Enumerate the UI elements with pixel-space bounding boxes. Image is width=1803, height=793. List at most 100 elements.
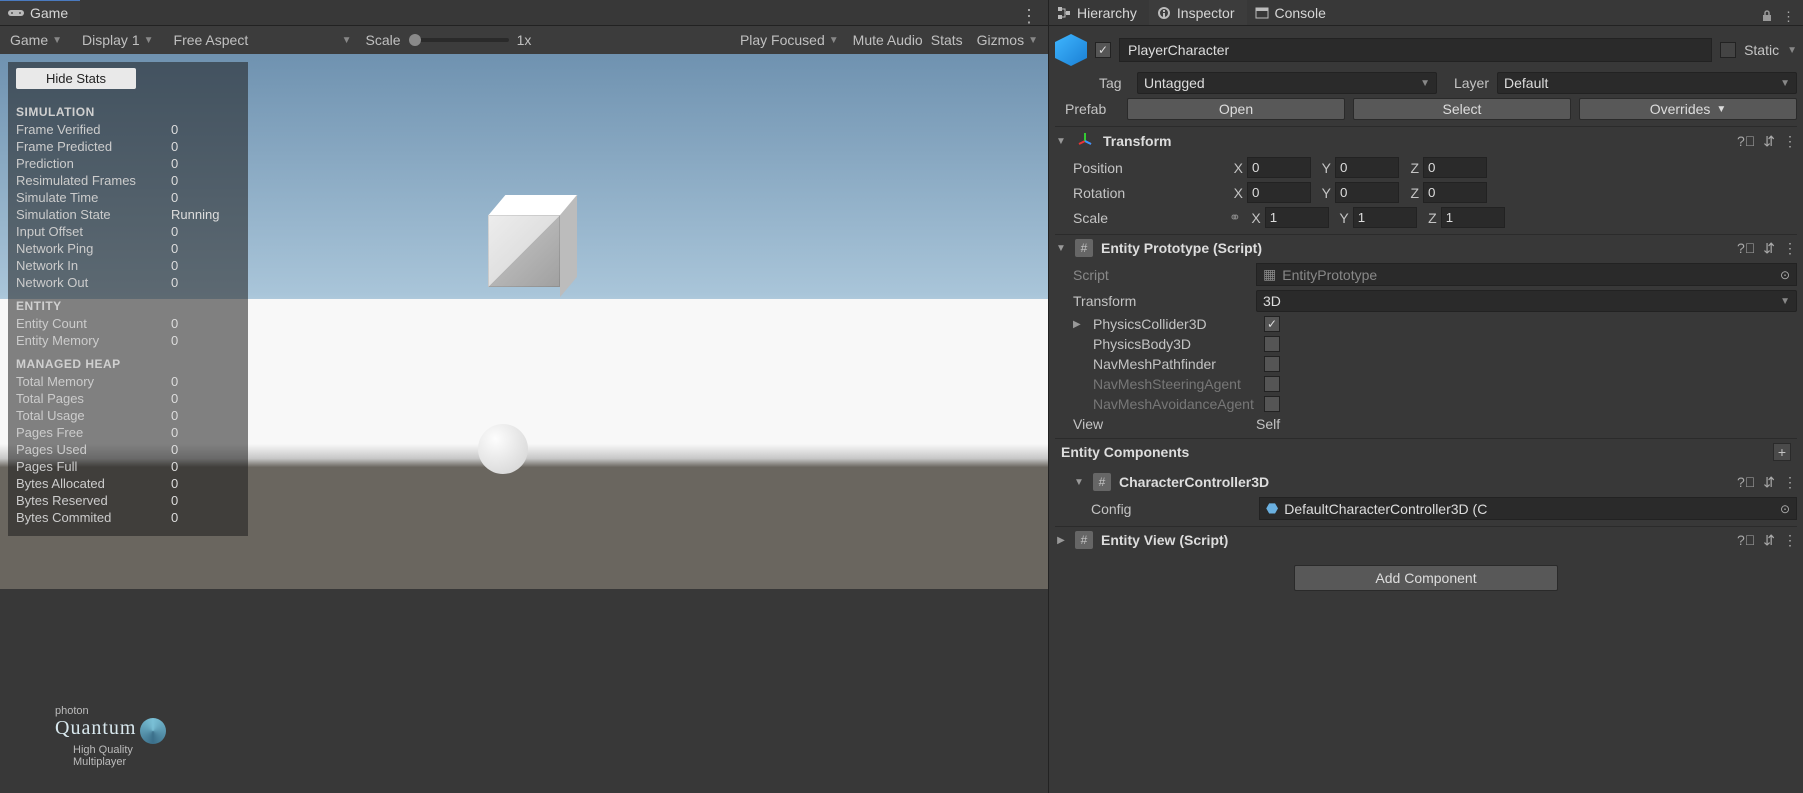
caret-down-icon[interactable]: ▼ <box>1787 45 1797 56</box>
preset-icon[interactable]: ⇵ <box>1763 240 1775 257</box>
static-label: Static <box>1744 42 1779 58</box>
caret-down-icon: ▼ <box>144 35 154 46</box>
slider-thumb[interactable] <box>409 34 421 46</box>
stats-overlay: Hide Stats SIMULATIONFrame Verified0Fram… <box>8 62 248 536</box>
config-field[interactable]: ⬣ DefaultCharacterController3D (C ⊙ <box>1259 497 1797 520</box>
prefab-select-button[interactable]: Select <box>1353 98 1571 120</box>
ep-prop-checkbox[interactable] <box>1264 376 1280 392</box>
object-picker-icon[interactable]: ⊙ <box>1780 502 1790 516</box>
object-picker-icon[interactable]: ⊙ <box>1780 268 1790 282</box>
config-value: DefaultCharacterController3D (C <box>1284 501 1487 517</box>
panel-menu-icon[interactable]: ⋮ <box>1782 9 1795 25</box>
preset-icon[interactable]: ⇵ <box>1763 133 1775 150</box>
ep-prop-row: NavMeshSteeringAgent <box>1055 374 1797 394</box>
display-dropdown[interactable]: Display 1▼ <box>76 30 160 50</box>
position-y-input[interactable] <box>1335 157 1399 178</box>
position-z-input[interactable] <box>1423 157 1487 178</box>
entity-components-title: Entity Components <box>1061 444 1189 460</box>
add-entity-component-button[interactable]: + <box>1773 443 1791 461</box>
transform-component-header[interactable]: ▼ Transform ?⃝ ⇵ ⋮ <box>1055 126 1797 155</box>
rotation-z-input[interactable] <box>1423 182 1487 203</box>
scale-x-input[interactable] <box>1265 207 1329 228</box>
tab-game[interactable]: Game <box>0 0 80 25</box>
scale-z-input[interactable] <box>1441 207 1505 228</box>
ep-prop-checkbox[interactable] <box>1264 336 1280 352</box>
help-icon[interactable]: ?⃝ <box>1737 532 1755 548</box>
rotation-y-input[interactable] <box>1335 182 1399 203</box>
stats-row: Total Memory0 <box>16 373 240 390</box>
stats-key: Frame Predicted <box>16 138 171 155</box>
prefab-label: Prefab <box>1065 101 1119 117</box>
fold-icon[interactable]: ▶ <box>1055 535 1067 546</box>
fold-icon[interactable]: ▼ <box>1073 477 1085 488</box>
ep-prop-label: PhysicsCollider3D <box>1093 316 1256 332</box>
stats-row: Network In0 <box>16 257 240 274</box>
view-value: Self <box>1256 416 1280 432</box>
stats-key: Pages Free <box>16 424 171 441</box>
tag-dropdown[interactable]: Untagged▼ <box>1137 72 1437 94</box>
component-menu-icon[interactable]: ⋮ <box>1783 532 1797 549</box>
script-icon: # <box>1075 531 1093 549</box>
ep-prop-checkbox[interactable] <box>1264 356 1280 372</box>
stats-row: Total Usage0 <box>16 407 240 424</box>
scale-label: Scale <box>1073 210 1223 226</box>
position-x-input[interactable] <box>1247 157 1311 178</box>
component-menu-icon[interactable]: ⋮ <box>1783 133 1797 150</box>
game-panel-menu-icon[interactable]: ⋮ <box>1010 7 1048 25</box>
position-row: Position X Y Z <box>1055 155 1797 180</box>
rotation-row: Rotation X Y Z <box>1055 180 1797 205</box>
fold-icon[interactable]: ▼ <box>1055 136 1067 147</box>
rotation-x-input[interactable] <box>1247 182 1311 203</box>
stats-row: Bytes Reserved0 <box>16 492 240 509</box>
scale-slider[interactable] <box>409 38 509 42</box>
gameobject-enabled-checkbox[interactable]: ✓ <box>1095 42 1111 58</box>
stats-value: 0 <box>171 189 178 206</box>
entity-view-header[interactable]: ▶ # Entity View (Script) ?⃝ ⇵ ⋮ <box>1055 526 1797 553</box>
tab-console[interactable]: Console <box>1247 0 1338 25</box>
play-focused-dropdown[interactable]: Play Focused▼ <box>734 30 845 50</box>
script-label: Script <box>1073 267 1248 283</box>
fold-icon[interactable]: ▶ <box>1073 319 1085 330</box>
game-mode-dropdown[interactable]: Game▼ <box>4 30 68 50</box>
stats-toggle[interactable]: Stats <box>931 32 963 48</box>
mute-audio-toggle[interactable]: Mute Audio <box>853 32 923 48</box>
link-icon[interactable]: ⚭ <box>1229 209 1241 226</box>
help-icon[interactable]: ?⃝ <box>1737 474 1755 490</box>
game-tabstrip: Game ⋮ <box>0 0 1048 26</box>
help-icon[interactable]: ?⃝ <box>1737 240 1755 256</box>
ep-prop-checkbox[interactable] <box>1264 396 1280 412</box>
stats-key: Resimulated Frames <box>16 172 171 189</box>
stats-value: 0 <box>171 240 178 257</box>
gameobject-name-input[interactable] <box>1119 38 1712 62</box>
character-controller-header[interactable]: ▼ # CharacterController3D ?⃝ ⇵ ⋮ <box>1055 469 1797 495</box>
tab-inspector[interactable]: Inspector <box>1149 0 1247 25</box>
layer-label: Layer <box>1445 75 1489 91</box>
script-icon: # <box>1093 473 1111 491</box>
stats-row: Total Pages0 <box>16 390 240 407</box>
component-menu-icon[interactable]: ⋮ <box>1783 474 1797 491</box>
component-menu-icon[interactable]: ⋮ <box>1783 240 1797 257</box>
prefab-open-button[interactable]: Open <box>1127 98 1345 120</box>
script-file-icon: ▦ <box>1263 266 1276 283</box>
prefab-overrides-button[interactable]: Overrides▼ <box>1579 98 1797 120</box>
tab-hierarchy[interactable]: Hierarchy <box>1049 0 1149 25</box>
stats-key: Entity Count <box>16 315 171 332</box>
stats-value: 0 <box>171 155 178 172</box>
layer-dropdown[interactable]: Default▼ <box>1497 72 1797 94</box>
entity-prototype-header[interactable]: ▼ # Entity Prototype (Script) ?⃝ ⇵ ⋮ <box>1055 234 1797 261</box>
hide-stats-button[interactable]: Hide Stats <box>16 68 136 89</box>
fold-icon[interactable]: ▼ <box>1055 243 1067 254</box>
preset-icon[interactable]: ⇵ <box>1763 474 1775 491</box>
gizmos-dropdown[interactable]: Gizmos▼ <box>971 30 1044 50</box>
preset-icon[interactable]: ⇵ <box>1763 532 1775 549</box>
ep-prop-checkbox[interactable]: ✓ <box>1264 316 1280 332</box>
help-icon[interactable]: ?⃝ <box>1737 133 1755 149</box>
aspect-dropdown[interactable]: Free Aspect▼ <box>168 30 358 50</box>
ep-transform-dropdown[interactable]: 3D▼ <box>1256 290 1797 312</box>
scale-y-input[interactable] <box>1353 207 1417 228</box>
lock-icon[interactable] <box>1760 9 1774 25</box>
add-component-button[interactable]: Add Component <box>1294 565 1557 591</box>
script-field[interactable]: ▦ EntityPrototype ⊙ <box>1256 263 1797 286</box>
transform-title: Transform <box>1103 133 1171 149</box>
static-checkbox[interactable] <box>1720 42 1736 58</box>
